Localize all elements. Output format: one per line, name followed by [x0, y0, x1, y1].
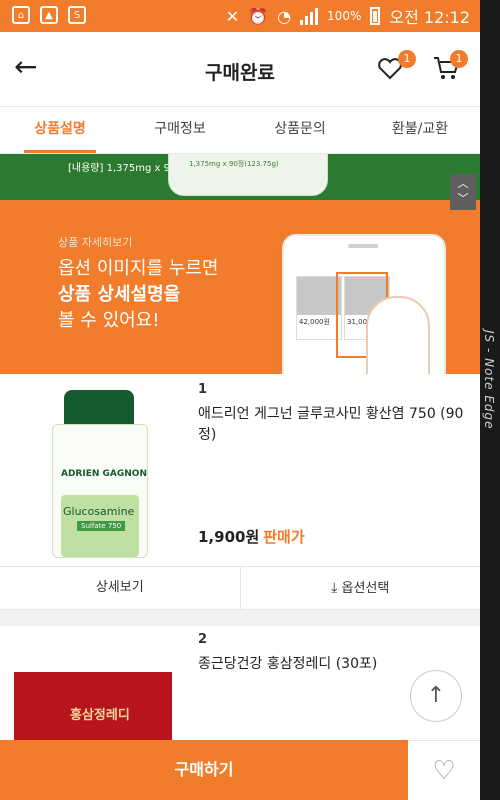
phone-speaker: [348, 244, 378, 248]
heart-outline-icon: ♡: [432, 756, 456, 786]
chevron-up-icon: ︿: [457, 177, 469, 190]
notification-icons: ⌂ ▲ S: [12, 6, 86, 24]
banner-line-3: 볼 수 있어요!: [58, 310, 160, 331]
product-rank: 1: [198, 382, 208, 397]
tab-refund-exchange[interactable]: 환불/교환: [360, 107, 480, 153]
product-thumbnail[interactable]: 홍삼정레디: [14, 672, 172, 742]
tab-inquiry[interactable]: 상품문의: [240, 107, 360, 153]
tab-purchase-info[interactable]: 구매정보: [120, 107, 240, 153]
cart-badge: 1: [450, 50, 468, 68]
battery-icon: [370, 7, 381, 25]
phone-product-price: 42,000원: [299, 318, 330, 326]
option-select-button[interactable]: ⤓ 옵션선택: [239, 567, 481, 609]
label-text: Glucosamine: [63, 505, 135, 518]
product-tabs: 상품설명 구매정보 상품문의 환불/교환: [0, 106, 480, 154]
buy-button[interactable]: 구매하기: [0, 740, 408, 800]
sub-label-text: Sulfate 750: [77, 521, 126, 531]
wishlist-button[interactable]: 1: [376, 50, 416, 82]
product-price: 1,900원: [198, 528, 260, 546]
product-rank: 2: [198, 632, 208, 647]
brand-text: ADRIEN GAGNON: [61, 469, 147, 479]
edge-panel-text: JS - Note Edge: [482, 330, 496, 430]
download-icon: ⤓: [331, 580, 338, 596]
alarm-icon: ⏰: [248, 6, 269, 26]
app-screen: ⌂ ▲ S ✕ ⏰ ◔ 100% 오전 12:12 ← 구매완료 1 1 상품설…: [0, 0, 480, 800]
system-indicators: ✕ ⏰ ◔ 100% 오전 12:12: [226, 4, 470, 28]
banner-line-2-bold: 상품 상세설명을: [58, 284, 181, 305]
banner-line-2: 상품 상세설명을: [58, 282, 218, 308]
cart-button[interactable]: 1: [432, 50, 468, 82]
wifi-icon: ◔: [277, 6, 292, 26]
banner-subtitle: 상품 자세히보기: [58, 236, 133, 249]
wishlist-badge: 1: [398, 50, 416, 68]
product-name: 애드리언 게그넌 글루코사민 황산염 750 (90정): [198, 406, 464, 443]
app-icon: S: [68, 6, 86, 24]
bottle-label: 1,375mg x 90정(123.75g): [189, 160, 279, 168]
product-actions: 상세보기 ⤓ 옵션선택: [0, 566, 480, 610]
chevron-down-icon: ﹀: [457, 192, 469, 205]
product-image-strip: [내용량] 1,375mg x 90정(1 1,375mg x 90정(123.…: [0, 154, 480, 200]
section-divider: [0, 610, 480, 626]
app-header: ← 구매완료 1 1: [0, 32, 480, 106]
banner-line-1: 옵션 이미지를 누르면: [58, 258, 219, 279]
mute-icon: ✕: [225, 6, 240, 26]
arrow-up-icon: ↑: [426, 683, 446, 708]
scroll-toggle-button[interactable]: ︿ ﹀: [450, 174, 476, 210]
detail-button[interactable]: 상세보기: [0, 567, 240, 609]
tab-description[interactable]: 상품설명: [0, 107, 120, 153]
scroll-top-button[interactable]: ↑: [410, 670, 462, 722]
clock: 오전 12:12: [389, 8, 470, 27]
notification-icon: ⌂: [12, 6, 30, 24]
signal-icon: [300, 7, 319, 25]
wishlist-bottom-button[interactable]: ♡: [408, 740, 480, 800]
product-price-line: 1,900원 판매가: [198, 526, 305, 547]
bottom-bar: 구매하기 ♡: [0, 740, 480, 800]
banner-text: 옵션 이미지를 누르면 상품 상세설명을 볼 수 있어요!: [58, 256, 218, 334]
status-bar: ⌂ ▲ S ✕ ⏰ ◔ 100% 오전 12:12: [0, 0, 480, 32]
bottle-body: ADRIEN GAGNON Glucosamine Sulfate 750: [52, 424, 148, 558]
option-select-label: 옵션선택: [341, 581, 390, 596]
detail-banner[interactable]: 상품 자세히보기 옵션 이미지를 누르면 상품 상세설명을 볼 수 있어요! 4…: [0, 200, 480, 374]
bottle-cap: [64, 390, 134, 426]
product-thumbnail[interactable]: ADRIEN GAGNON Glucosamine Sulfate 750: [52, 390, 148, 558]
product-status: 판매가: [263, 528, 305, 546]
box-text: 홍삼정레디: [70, 708, 130, 723]
bottle-image: 1,375mg x 90정(123.75g): [168, 154, 328, 196]
battery-percent: 100%: [327, 9, 362, 23]
phone-product-image: [297, 277, 341, 315]
hand-pointer-illustration: [366, 296, 430, 374]
gallery-icon: ▲: [40, 6, 58, 24]
